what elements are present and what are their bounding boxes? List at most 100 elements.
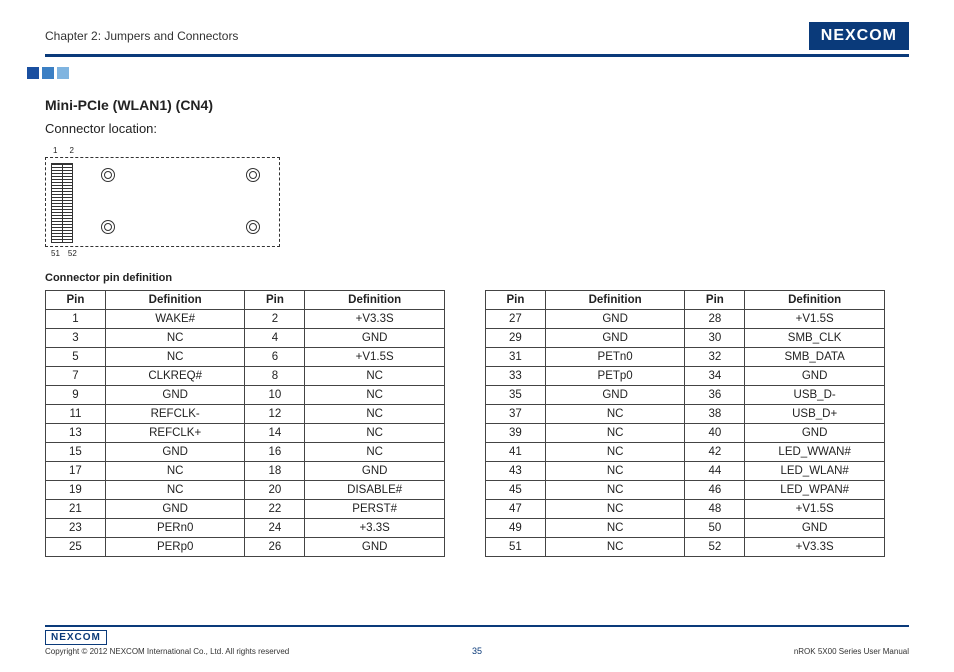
definition-cell: NC xyxy=(305,443,445,462)
table-row: 3NC4GND xyxy=(46,329,445,348)
definition-cell: NC xyxy=(545,462,685,481)
definition-cell: GND xyxy=(545,329,685,348)
table-row: 43NC44LED_WLAN# xyxy=(486,462,885,481)
table-row: 29GND30SMB_CLK xyxy=(486,329,885,348)
definition-cell: WAKE# xyxy=(105,310,245,329)
pin-cell: 24 xyxy=(245,519,305,538)
table-row: 41NC42LED_WWAN# xyxy=(486,443,885,462)
pin-cell: 19 xyxy=(46,481,106,500)
pin-cell: 21 xyxy=(46,500,106,519)
pin-cell: 40 xyxy=(685,424,745,443)
definition-cell: GND xyxy=(745,424,885,443)
definition-cell: NC xyxy=(105,462,245,481)
definition-cell: NC xyxy=(305,405,445,424)
definition-cell: +V1.5S xyxy=(745,310,885,329)
col-def: Definition xyxy=(105,291,245,310)
pin-cell: 13 xyxy=(46,424,106,443)
table-row: 5NC6+V1.5S xyxy=(46,348,445,367)
definition-cell: LED_WPAN# xyxy=(745,481,885,500)
definition-cell: USB_D+ xyxy=(745,405,885,424)
definition-cell: +3.3S xyxy=(305,519,445,538)
definition-cell: CLKREQ# xyxy=(105,367,245,386)
pin-cell: 33 xyxy=(486,367,546,386)
definition-cell: GND xyxy=(305,462,445,481)
definition-cell: DISABLE# xyxy=(305,481,445,500)
pin-cell: 50 xyxy=(685,519,745,538)
definition-cell: +V3.3S xyxy=(745,538,885,557)
page-footer: NEXCOM Copyright © 2012 NEXCOM Internati… xyxy=(45,625,909,656)
table-row: 37NC38USB_D+ xyxy=(486,405,885,424)
pin-cell: 5 xyxy=(46,348,106,367)
pin-cell: 4 xyxy=(245,329,305,348)
definition-cell: NC xyxy=(545,500,685,519)
definition-cell: NC xyxy=(545,481,685,500)
pin-label-2: 2 xyxy=(69,146,73,155)
pin-cell: 14 xyxy=(245,424,305,443)
pin-cell: 8 xyxy=(245,367,305,386)
definition-cell: REFCLK+ xyxy=(105,424,245,443)
definition-cell: SMB_DATA xyxy=(745,348,885,367)
definition-cell: +V1.5S xyxy=(745,500,885,519)
definition-cell: NC xyxy=(545,538,685,557)
pin-cell: 48 xyxy=(685,500,745,519)
pin-cell: 35 xyxy=(486,386,546,405)
definition-cell: LED_WLAN# xyxy=(745,462,885,481)
table-row: 33PETp034GND xyxy=(486,367,885,386)
definition-cell: NC xyxy=(545,405,685,424)
pin-label-52: 52 xyxy=(68,249,77,258)
pin-label-51: 51 xyxy=(51,249,60,258)
pin-cell: 45 xyxy=(486,481,546,500)
brand-logo: NEXCOM xyxy=(809,22,909,50)
definition-cell: NC xyxy=(305,386,445,405)
definition-cell: GND xyxy=(745,367,885,386)
definition-cell: GND xyxy=(105,500,245,519)
definition-cell: GND xyxy=(745,519,885,538)
table-row: 47NC48+V1.5S xyxy=(486,500,885,519)
pin-label-1: 1 xyxy=(53,146,57,155)
table-row: 11REFCLK-12NC xyxy=(46,405,445,424)
pin-cell: 17 xyxy=(46,462,106,481)
table-row: 51NC52+V3.3S xyxy=(486,538,885,557)
pin-cell: 37 xyxy=(486,405,546,424)
table-row: 21GND22PERST# xyxy=(46,500,445,519)
definition-cell: PERn0 xyxy=(105,519,245,538)
definition-cell: NC xyxy=(545,519,685,538)
definition-cell: PETn0 xyxy=(545,348,685,367)
definition-cell: +V3.3S xyxy=(305,310,445,329)
definition-cell: USB_D- xyxy=(745,386,885,405)
pin-cell: 30 xyxy=(685,329,745,348)
pin-cell: 23 xyxy=(46,519,106,538)
pin-cell: 51 xyxy=(486,538,546,557)
col-pin: Pin xyxy=(486,291,546,310)
table-row: 45NC46LED_WPAN# xyxy=(486,481,885,500)
definition-cell: PERp0 xyxy=(105,538,245,557)
pin-cell: 25 xyxy=(46,538,106,557)
pin-cell: 28 xyxy=(685,310,745,329)
pin-cell: 31 xyxy=(486,348,546,367)
pin-cell: 41 xyxy=(486,443,546,462)
table-row: 17NC18GND xyxy=(46,462,445,481)
manual-name: nROK 5X00 Series User Manual xyxy=(794,647,909,656)
table-row: 13REFCLK+14NC xyxy=(46,424,445,443)
pin-cell: 11 xyxy=(46,405,106,424)
definition-cell: NC xyxy=(105,348,245,367)
table-row: 35GND36USB_D- xyxy=(486,386,885,405)
pin-table-right: Pin Definition Pin Definition 27GND28+V1… xyxy=(485,290,885,557)
pin-cell: 42 xyxy=(685,443,745,462)
pin-cell: 12 xyxy=(245,405,305,424)
table-row: 7CLKREQ#8NC xyxy=(46,367,445,386)
col-pin: Pin xyxy=(685,291,745,310)
definition-cell: PERST# xyxy=(305,500,445,519)
brand-text: NEXCOM xyxy=(821,27,897,45)
pin-cell: 47 xyxy=(486,500,546,519)
chapter-label: Chapter 2: Jumpers and Connectors xyxy=(45,29,238,43)
definition-cell: GND xyxy=(305,329,445,348)
table-title: Connector pin definition xyxy=(45,272,909,284)
table-row: 39NC40GND xyxy=(486,424,885,443)
pin-cell: 22 xyxy=(245,500,305,519)
pin-cell: 29 xyxy=(486,329,546,348)
copyright-text: Copyright © 2012 NEXCOM International Co… xyxy=(45,647,289,656)
page-header: Chapter 2: Jumpers and Connectors NEXCOM xyxy=(45,22,909,57)
table-row: 31PETn032SMB_DATA xyxy=(486,348,885,367)
definition-cell: NC xyxy=(105,329,245,348)
